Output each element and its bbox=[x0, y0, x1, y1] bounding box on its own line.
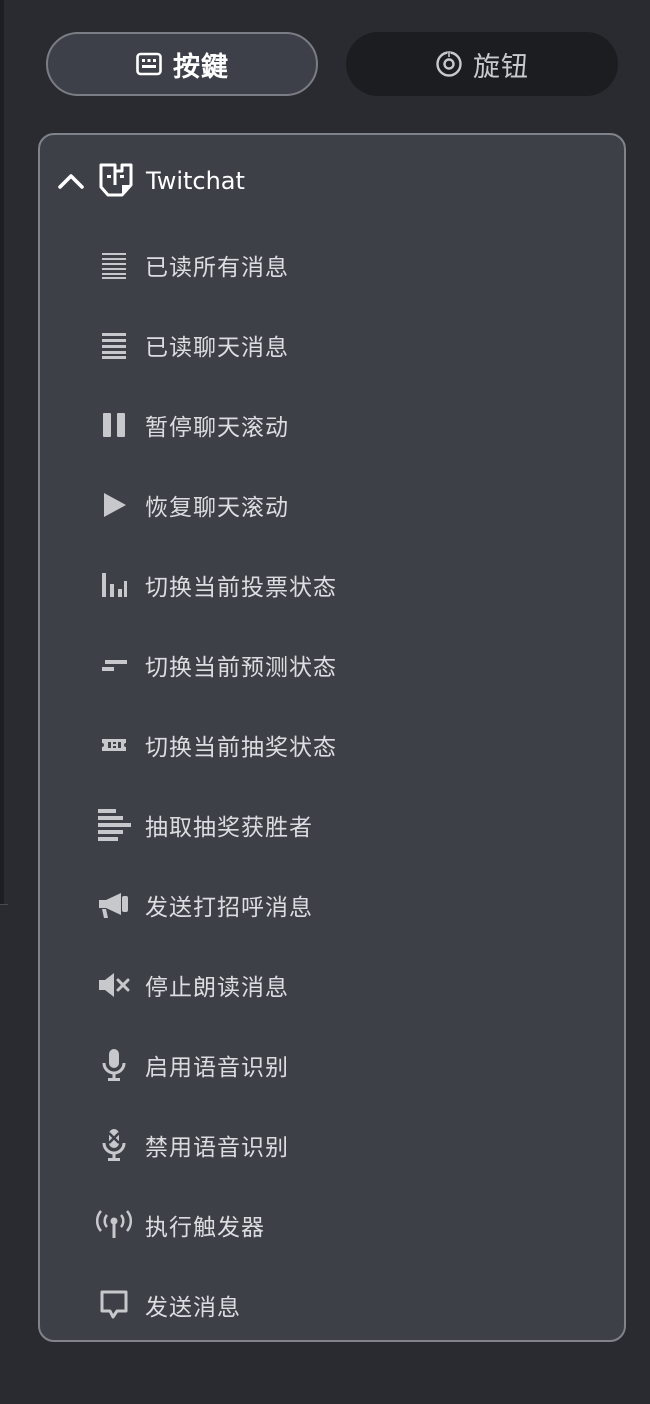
action-item-enable-voice[interactable]: 启用语音识别 bbox=[40, 1025, 624, 1105]
tab-keys[interactable]: 按鍵 bbox=[46, 32, 318, 96]
group-title: Twitchat bbox=[146, 167, 245, 195]
action-item-send-greeting[interactable]: 发送打招呼消息 bbox=[40, 865, 624, 945]
action-item-execute-trigger[interactable]: 执行触发器 bbox=[40, 1185, 624, 1265]
action-label: 执行触发器 bbox=[145, 1215, 265, 1241]
action-label: 恢复聊天滚动 bbox=[145, 495, 289, 521]
action-item-disable-voice[interactable]: 禁用语音识别 bbox=[40, 1105, 624, 1185]
action-label: 发送消息 bbox=[145, 1295, 241, 1321]
action-label: 切换当前抽奖状态 bbox=[145, 735, 337, 761]
keyboard-icon bbox=[135, 50, 163, 78]
action-item-send-message[interactable]: 发送消息 bbox=[40, 1265, 624, 1345]
mode-tabs: 按鍵 旋钮 bbox=[46, 32, 618, 96]
tab-knobs[interactable]: 旋钮 bbox=[346, 32, 618, 96]
dial-icon bbox=[435, 50, 463, 78]
list-icon bbox=[96, 807, 132, 843]
ticket-icon bbox=[96, 727, 132, 763]
megaphone-icon bbox=[96, 887, 132, 923]
action-item-pick-winner[interactable]: 抽取抽奖获胜者 bbox=[40, 785, 624, 865]
action-label: 切换当前预测状态 bbox=[145, 655, 337, 681]
action-label: 发送打招呼消息 bbox=[145, 895, 313, 921]
action-item-toggle-poll[interactable]: 切换当前投票状态 bbox=[40, 545, 624, 625]
action-label: 停止朗读消息 bbox=[145, 975, 289, 1001]
prediction-icon bbox=[96, 647, 132, 683]
group-header-twitchat[interactable]: Twitchat bbox=[56, 157, 245, 205]
action-label: 抽取抽奖获胜者 bbox=[145, 815, 313, 841]
broadcast-icon bbox=[96, 1207, 132, 1243]
play-icon bbox=[96, 487, 132, 523]
action-label: 已读所有消息 bbox=[145, 255, 289, 281]
tab-keys-label: 按鍵 bbox=[173, 51, 229, 83]
action-label: 已读聊天消息 bbox=[145, 335, 289, 361]
microphone-off-icon bbox=[96, 1127, 132, 1163]
mute-icon bbox=[96, 967, 132, 1003]
action-item-stop-tts[interactable]: 停止朗读消息 bbox=[40, 945, 624, 1025]
chevron-up-icon[interactable] bbox=[56, 166, 86, 196]
action-item-resume-scroll[interactable]: 恢复聊天滚动 bbox=[40, 465, 624, 545]
tab-knobs-label: 旋钮 bbox=[473, 51, 529, 83]
action-list: 已读所有消息 已读聊天消息 暂停聊天滚动 恢复聊天滚动 切换当前投票状态 切换当… bbox=[40, 225, 624, 1345]
action-item-read-chat[interactable]: 已读聊天消息 bbox=[40, 305, 624, 385]
action-label: 禁用语音识别 bbox=[145, 1135, 289, 1161]
action-label: 切换当前投票状态 bbox=[145, 575, 337, 601]
poll-icon bbox=[96, 567, 132, 603]
action-label: 暂停聊天滚动 bbox=[145, 415, 289, 441]
pause-icon bbox=[96, 407, 132, 443]
action-item-pause-scroll[interactable]: 暂停聊天滚动 bbox=[40, 385, 624, 465]
action-label: 启用语音识别 bbox=[145, 1055, 289, 1081]
action-item-toggle-prediction[interactable]: 切换当前预测状态 bbox=[40, 625, 624, 705]
left-edge-divider bbox=[0, 0, 8, 905]
action-item-read-all[interactable]: 已读所有消息 bbox=[40, 225, 624, 305]
twitchat-logo-icon bbox=[98, 161, 134, 201]
lines-all-icon bbox=[96, 247, 132, 283]
actions-panel: Twitchat 已读所有消息 已读聊天消息 暂停聊天滚动 恢复聊天滚动 切换当… bbox=[38, 133, 626, 1342]
action-item-toggle-raffle[interactable]: 切换当前抽奖状态 bbox=[40, 705, 624, 785]
lines-chat-icon bbox=[96, 327, 132, 363]
microphone-icon bbox=[96, 1047, 132, 1083]
message-icon bbox=[96, 1287, 132, 1323]
